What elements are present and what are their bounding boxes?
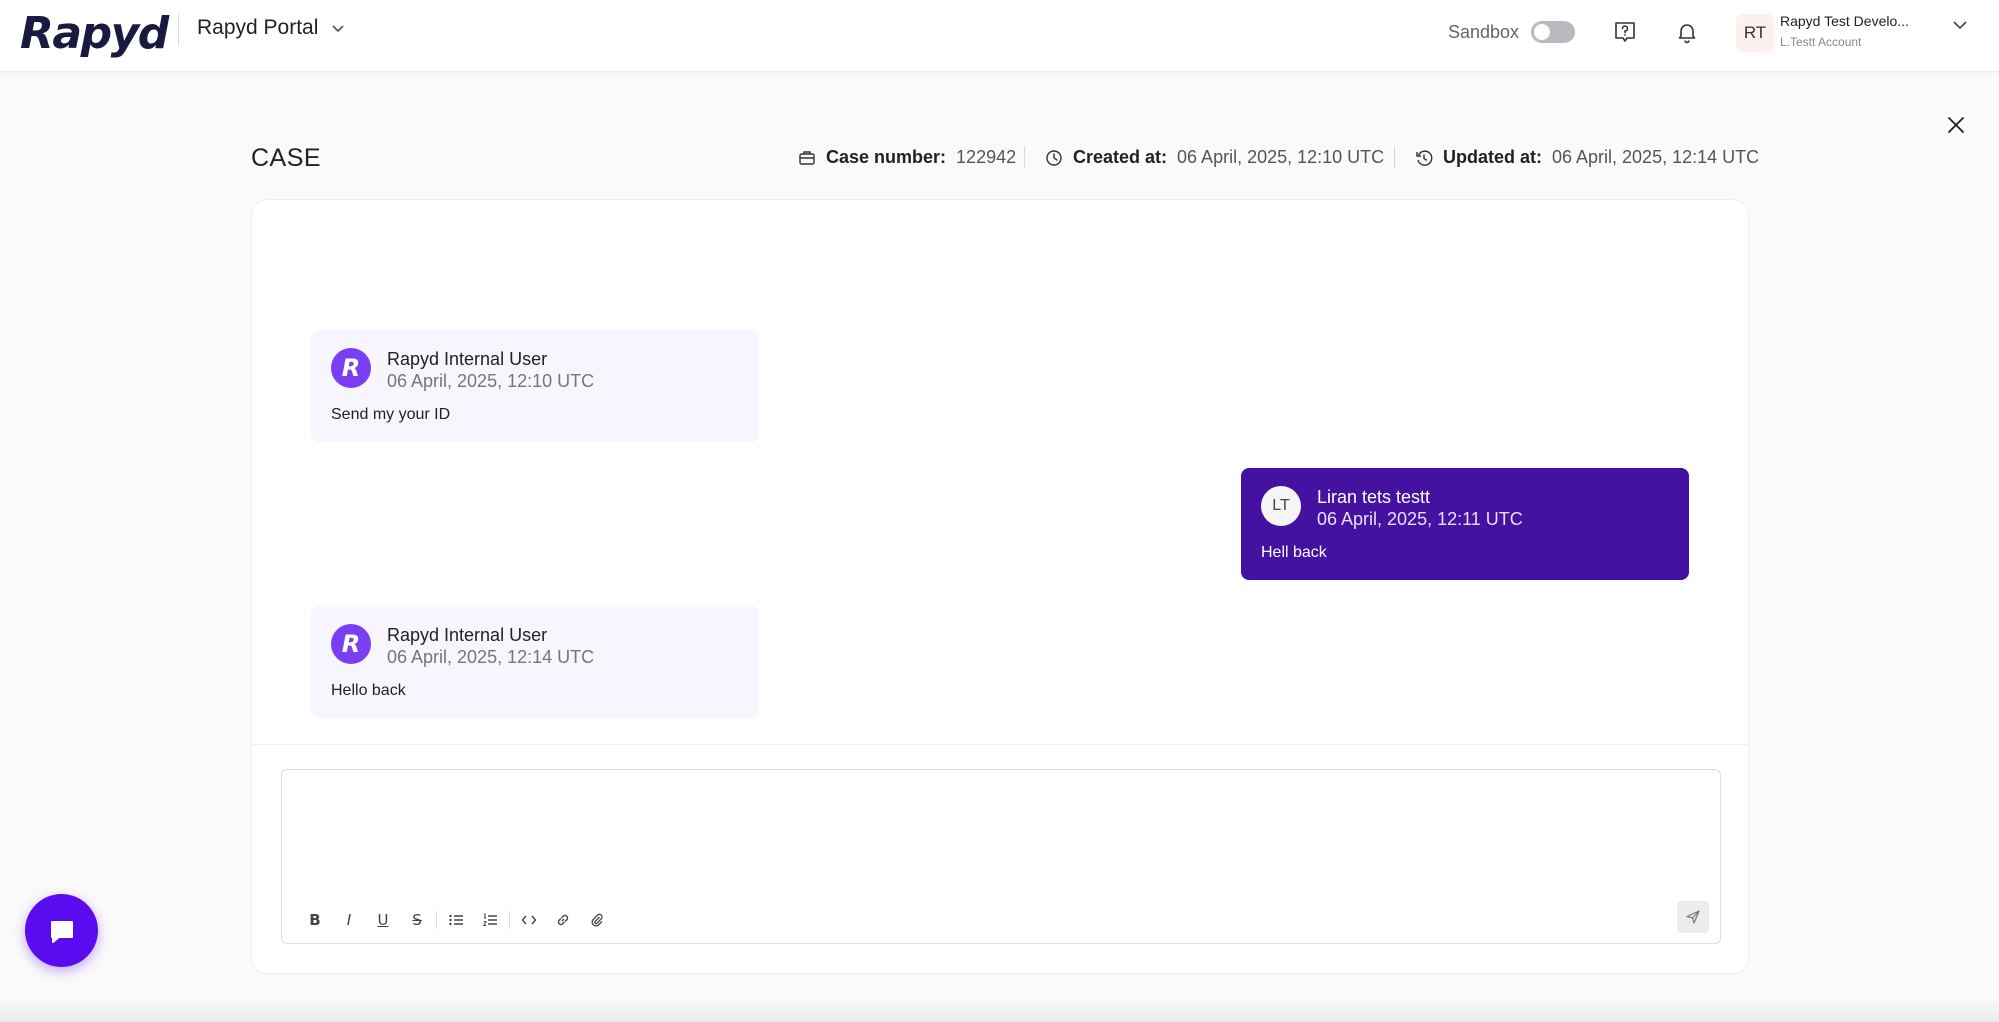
- close-icon[interactable]: [1944, 113, 1968, 137]
- bullet-list-icon: [449, 914, 463, 926]
- bold-button[interactable]: B: [298, 903, 332, 937]
- created-at-label: Created at:: [1073, 147, 1168, 167]
- message-incoming: R Rapyd Internal User 06 April, 2025, 12…: [311, 606, 759, 718]
- sandbox-label: Sandbox: [1448, 21, 1520, 42]
- updated-at-value: 06 April, 2025, 12:14 UTC: [1552, 147, 1760, 167]
- link-button[interactable]: [546, 903, 580, 937]
- chevron-down-icon[interactable]: [1950, 15, 1970, 35]
- history-icon: [1416, 150, 1433, 166]
- send-button[interactable]: [1677, 901, 1709, 933]
- message-time: 06 April, 2025, 12:14 UTC: [387, 647, 595, 667]
- code-button[interactable]: [512, 903, 546, 937]
- strikethrough-button[interactable]: S: [400, 903, 434, 937]
- message-text: Hello back: [331, 682, 406, 699]
- sandbox-toggle[interactable]: [1531, 21, 1576, 43]
- created-at-value: 06 April, 2025, 12:10 UTC: [1177, 147, 1385, 167]
- send-icon: [1686, 910, 1700, 924]
- case-number: Case number: 122942: [798, 147, 1016, 168]
- numbered-list-button[interactable]: [473, 903, 507, 937]
- case-icon: [799, 150, 815, 165]
- chevron-down-icon: [332, 25, 344, 33]
- chat-bubble-icon: [50, 920, 73, 943]
- portal-switcher[interactable]: Rapyd Portal: [197, 16, 346, 40]
- rapyd-logo[interactable]: Rapyd: [20, 8, 169, 59]
- toolbar-divider: [509, 911, 510, 929]
- chat-launcher-button[interactable]: [25, 894, 98, 967]
- rapyd-avatar: R: [331, 348, 371, 388]
- message-text: Hell back: [1261, 544, 1327, 561]
- editor-toolbar: B I U S: [298, 903, 614, 937]
- case-number-label: Case number:: [826, 147, 947, 167]
- header-divider: [178, 14, 179, 46]
- message-incoming: R Rapyd Internal User 06 April, 2025, 12…: [311, 330, 759, 442]
- created-at: Created at: 06 April, 2025, 12:10 UTC: [1045, 147, 1384, 168]
- portal-label: Rapyd Portal: [197, 16, 319, 39]
- link-icon: [557, 914, 569, 926]
- clock-icon: [1046, 149, 1062, 166]
- bullet-list-button[interactable]: [439, 903, 473, 937]
- user-avatar: LT: [1261, 486, 1301, 526]
- account-subtitle: L.Testt Account: [1780, 35, 1862, 49]
- page-title: CASE: [251, 144, 322, 172]
- numbered-list-icon: [482, 913, 497, 926]
- italic-button[interactable]: I: [332, 903, 366, 937]
- bottom-shade: [0, 996, 1999, 1022]
- message-author: Rapyd Internal User: [387, 349, 548, 369]
- underline-button[interactable]: U: [366, 903, 400, 937]
- toolbar-divider: [436, 911, 437, 929]
- message-time: 06 April, 2025, 12:10 UTC: [387, 371, 595, 391]
- message-author: Rapyd Internal User: [387, 625, 548, 645]
- paperclip-icon: [591, 913, 603, 927]
- message-time: 06 April, 2025, 12:11 UTC: [1317, 509, 1523, 529]
- message-outgoing: LT Liran tets testt 06 April, 2025, 12:1…: [1241, 468, 1689, 580]
- meta-divider: [1394, 146, 1395, 168]
- sandbox-control: Sandbox: [1448, 21, 1576, 43]
- rapyd-avatar: R: [331, 624, 371, 664]
- code-icon: [521, 915, 537, 925]
- message-editor[interactable]: B I U S: [281, 769, 1721, 944]
- bell-icon[interactable]: [1675, 20, 1699, 44]
- top-bar: Rapyd Rapyd Portal Sandbox RT Rapyd Test…: [0, 0, 1999, 72]
- case-number-value: 122942: [956, 147, 1017, 167]
- account-avatar[interactable]: RT: [1736, 14, 1774, 52]
- attachment-button[interactable]: [580, 903, 614, 937]
- updated-at: Updated at: 06 April, 2025, 12:14 UTC: [1415, 147, 1759, 168]
- help-icon[interactable]: [1613, 20, 1637, 44]
- message-author: Liran tets testt: [1317, 487, 1431, 507]
- composer-divider: [251, 744, 1749, 745]
- account-name[interactable]: Rapyd Test Develo...: [1780, 13, 1930, 29]
- message-text: Send my your ID: [331, 406, 451, 423]
- updated-at-label: Updated at:: [1443, 147, 1542, 167]
- meta-divider: [1024, 146, 1025, 168]
